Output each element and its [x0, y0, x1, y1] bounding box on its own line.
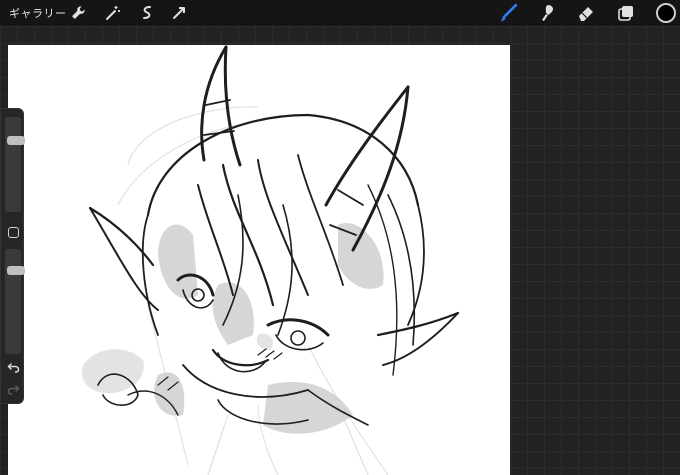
selection-icon[interactable] [138, 4, 156, 22]
top-toolbar: ギャラリー [0, 0, 680, 26]
left-sidebar [0, 108, 25, 404]
drawing-canvas[interactable] [8, 45, 510, 475]
brush-size-thumb[interactable] [7, 136, 25, 145]
brush-size-slider[interactable] [5, 117, 25, 212]
opacity-thumb[interactable] [7, 266, 25, 275]
brush-icon[interactable] [499, 3, 519, 23]
redo-icon[interactable] [7, 383, 20, 396]
modify-square-icon[interactable] [8, 227, 19, 238]
undo-icon[interactable] [7, 361, 20, 374]
magic-wand-icon[interactable] [104, 4, 122, 22]
transform-icon[interactable] [170, 4, 188, 22]
sketch-artwork [81, 45, 460, 475]
opacity-slider[interactable] [5, 249, 25, 354]
gallery-button[interactable]: ギャラリー [9, 5, 67, 21]
wrench-icon[interactable] [69, 4, 87, 22]
eraser-icon[interactable] [576, 3, 596, 23]
color-picker-button[interactable] [656, 3, 676, 23]
smudge-icon[interactable] [537, 3, 557, 23]
layers-icon[interactable] [616, 3, 636, 23]
